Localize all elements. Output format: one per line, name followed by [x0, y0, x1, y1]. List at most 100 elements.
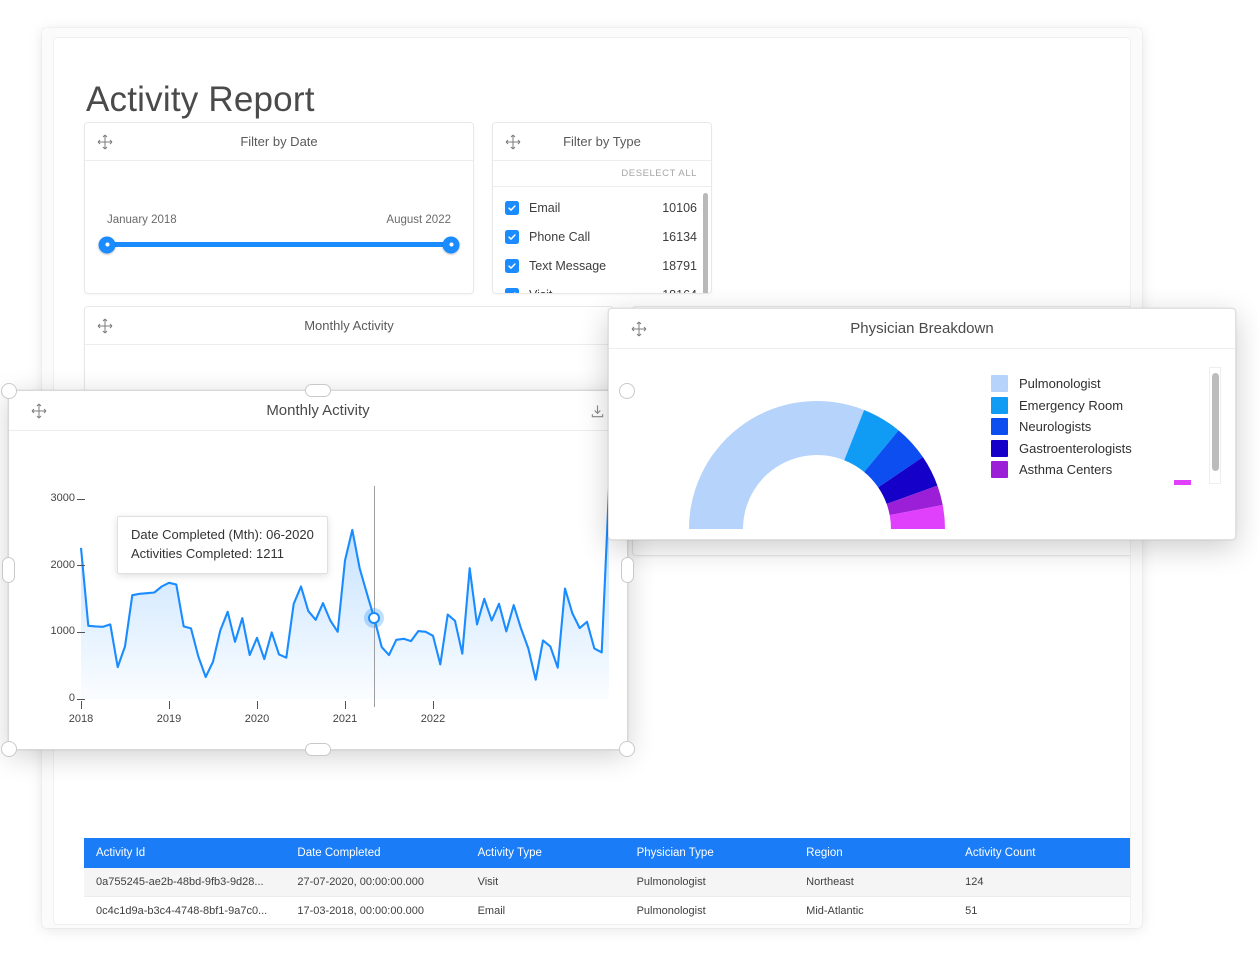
- monthly-activity-line-chart: [79, 489, 611, 699]
- date-range-start-label: January 2018: [107, 214, 177, 226]
- chart-tooltip: Date Completed (Mth): 06-2020 Activities…: [117, 516, 328, 574]
- physician-legend-swatch: [991, 418, 1008, 436]
- date-range-labels: January 2018 August 2022: [107, 214, 451, 232]
- table-cell: 0a755245-ae2b-48bd-9fb3-9d28...: [84, 868, 286, 897]
- table-column-header[interactable]: Date Completed: [285, 838, 466, 868]
- legend-scrollbar[interactable]: [1209, 367, 1221, 484]
- resize-handle-left[interactable]: [2, 557, 15, 583]
- table-cell: Visit: [465, 868, 625, 897]
- x-axis-tick: [345, 701, 346, 709]
- date-range-slider[interactable]: January 2018 August 2022: [98, 214, 460, 253]
- legend-scrollbar-thumb[interactable]: [1212, 373, 1219, 471]
- table-row[interactable]: 0a755245-ae2b-48bd-9fb3-9d28... 27-07-202…: [84, 868, 1130, 897]
- physician-legend-swatch: [991, 375, 1008, 393]
- resize-handle-top-right[interactable]: [619, 383, 635, 399]
- deselect-all-button[interactable]: DESELECT ALL: [621, 168, 697, 179]
- resize-handle-top-left[interactable]: [1, 383, 17, 399]
- activity-type-row[interactable]: Phone Call 16134: [493, 222, 711, 251]
- activity-table[interactable]: Activity Id Date Completed Activity Type Ph…: [84, 838, 1130, 924]
- move-icon[interactable]: [97, 134, 113, 150]
- table-column-header[interactable]: Physician Type: [624, 838, 795, 868]
- physician-legend-label: Pulmonologist: [1019, 376, 1101, 392]
- filter-by-type-title: Filter by Type: [563, 134, 641, 149]
- activity-type-list[interactable]: Email 10106 Phone Call 16134 Text Message 187…: [493, 187, 711, 293]
- checkbox-checked-icon[interactable]: [505, 258, 519, 273]
- x-axis-tick: [433, 701, 434, 709]
- filter-by-type-body: DESELECT ALL Email 10106 Phone Call 16134 Te…: [493, 161, 711, 293]
- checkbox-checked-icon[interactable]: [505, 287, 519, 293]
- table-cell: 124: [953, 868, 1130, 897]
- activity-type-count: 10106: [662, 200, 697, 215]
- activity-type-scrollbar[interactable]: [703, 193, 708, 293]
- activity-type-label: Visit: [529, 288, 552, 294]
- physician-breakdown-header: Physician Breakdown: [609, 309, 1235, 349]
- table-column-header[interactable]: Activity Type: [465, 838, 625, 868]
- tooltip-line-1: Date Completed (Mth): 06-2020: [131, 527, 314, 542]
- activity-type-label: Email: [529, 200, 561, 215]
- monthly-activity-header: Monthly Activity: [9, 391, 627, 431]
- filter-by-type-panel[interactable]: Filter by Type DESELECT ALL Email 10106 Ph…: [492, 122, 712, 294]
- date-range-thumb-start[interactable]: [98, 236, 116, 253]
- physician-legend-label: Gastroenterologists: [1019, 440, 1132, 456]
- physician-legend-item[interactable]: Asthma Centers: [991, 459, 1191, 481]
- monthly-activity-bg-header: Monthly Activity: [85, 307, 613, 345]
- date-range-thumb-end[interactable]: [442, 236, 460, 253]
- date-range-track[interactable]: [98, 236, 460, 253]
- table-cell: Pulmonologist: [624, 868, 795, 897]
- deselect-all-row[interactable]: DESELECT ALL: [493, 161, 711, 187]
- table-column-header[interactable]: Activity Id: [84, 838, 286, 868]
- resize-handle-bottom[interactable]: [305, 743, 331, 756]
- y-axis-tick-label: 3000: [50, 492, 75, 505]
- resize-handle-top[interactable]: [305, 384, 331, 397]
- move-icon[interactable]: [631, 321, 647, 337]
- table-cell: 51: [953, 896, 1130, 924]
- table-cell: Pulmonologist: [624, 896, 795, 924]
- activity-table-head: Activity Id Date Completed Activity Type Ph…: [84, 838, 1130, 868]
- physician-legend[interactable]: Pulmonologist Emergency Room Neurologists G…: [991, 373, 1191, 481]
- physician-legend-item[interactable]: Gastroenterologists: [991, 438, 1191, 460]
- y-axis-tick: [77, 698, 85, 700]
- activity-table-body: 0a755245-ae2b-48bd-9fb3-9d28... 27-07-202…: [84, 868, 1130, 924]
- x-axis-tick-label: 2019: [156, 713, 182, 725]
- table-column-header[interactable]: Activity Count: [953, 838, 1130, 868]
- page-title: Activity Report: [86, 80, 315, 119]
- resize-handle-right[interactable]: [621, 557, 634, 583]
- x-axis-tick: [169, 701, 170, 709]
- move-icon[interactable]: [97, 318, 113, 334]
- physician-legend-swatch: [991, 396, 1008, 414]
- move-icon[interactable]: [505, 134, 521, 150]
- table-cell: 17-03-2018, 00:00:00.000: [285, 896, 466, 924]
- filter-by-date-title: Filter by Date: [240, 134, 318, 149]
- y-axis-tick-label: 1000: [50, 625, 75, 638]
- move-icon[interactable]: [31, 403, 47, 419]
- x-axis-tick-label: 2022: [420, 713, 446, 725]
- resize-handle-bottom-right[interactable]: [619, 741, 635, 757]
- checkbox-checked-icon[interactable]: [505, 200, 519, 215]
- activity-type-row[interactable]: Visit 18164: [493, 280, 711, 293]
- table-row[interactable]: 0c4c1d9a-b3c4-4748-8bf1-9a7c0... 17-03-20…: [84, 896, 1130, 924]
- activity-type-label: Text Message: [529, 258, 607, 273]
- activity-type-row[interactable]: Email 10106: [493, 193, 711, 222]
- physician-breakdown-floating-window[interactable]: Physician Breakdown Pulmonologist Emergen…: [608, 308, 1236, 540]
- physician-legend-item[interactable]: Emergency Room: [991, 395, 1191, 417]
- y-axis-tick-label: 0: [68, 692, 75, 704]
- resize-handle-bottom-left[interactable]: [1, 741, 17, 757]
- activity-type-count: 16134: [662, 229, 697, 244]
- monthly-activity-bg-title: Monthly Activity: [304, 318, 394, 333]
- physician-legend-swatch: [991, 461, 1008, 479]
- physician-breakdown-gauge: [689, 401, 945, 529]
- monthly-activity-chart-body: 0 1000 2000 3000 2018 2019 2020 2021 2022 Date …: [9, 431, 627, 749]
- x-axis-tick-label: 2020: [244, 713, 270, 725]
- x-axis-tick-label: 2018: [68, 713, 94, 725]
- physician-legend-item[interactable]: Neurologists: [991, 416, 1191, 438]
- x-axis-tick-label: 2021: [332, 713, 358, 725]
- physician-legend-item[interactable]: Pulmonologist: [991, 373, 1191, 395]
- table-cell: Mid-Atlantic: [794, 896, 954, 924]
- date-range-end-label: August 2022: [386, 214, 451, 226]
- download-icon[interactable]: [590, 403, 605, 418]
- filter-by-date-panel[interactable]: Filter by Date January 2018 August 2022: [84, 122, 474, 294]
- checkbox-checked-icon[interactable]: [505, 229, 519, 244]
- table-column-header[interactable]: Region: [794, 838, 954, 868]
- activity-type-row[interactable]: Text Message 18791: [493, 251, 711, 280]
- monthly-activity-floating-window[interactable]: Monthly Activity 0 1000 2000 3000 2018 2019 2…: [1, 383, 635, 757]
